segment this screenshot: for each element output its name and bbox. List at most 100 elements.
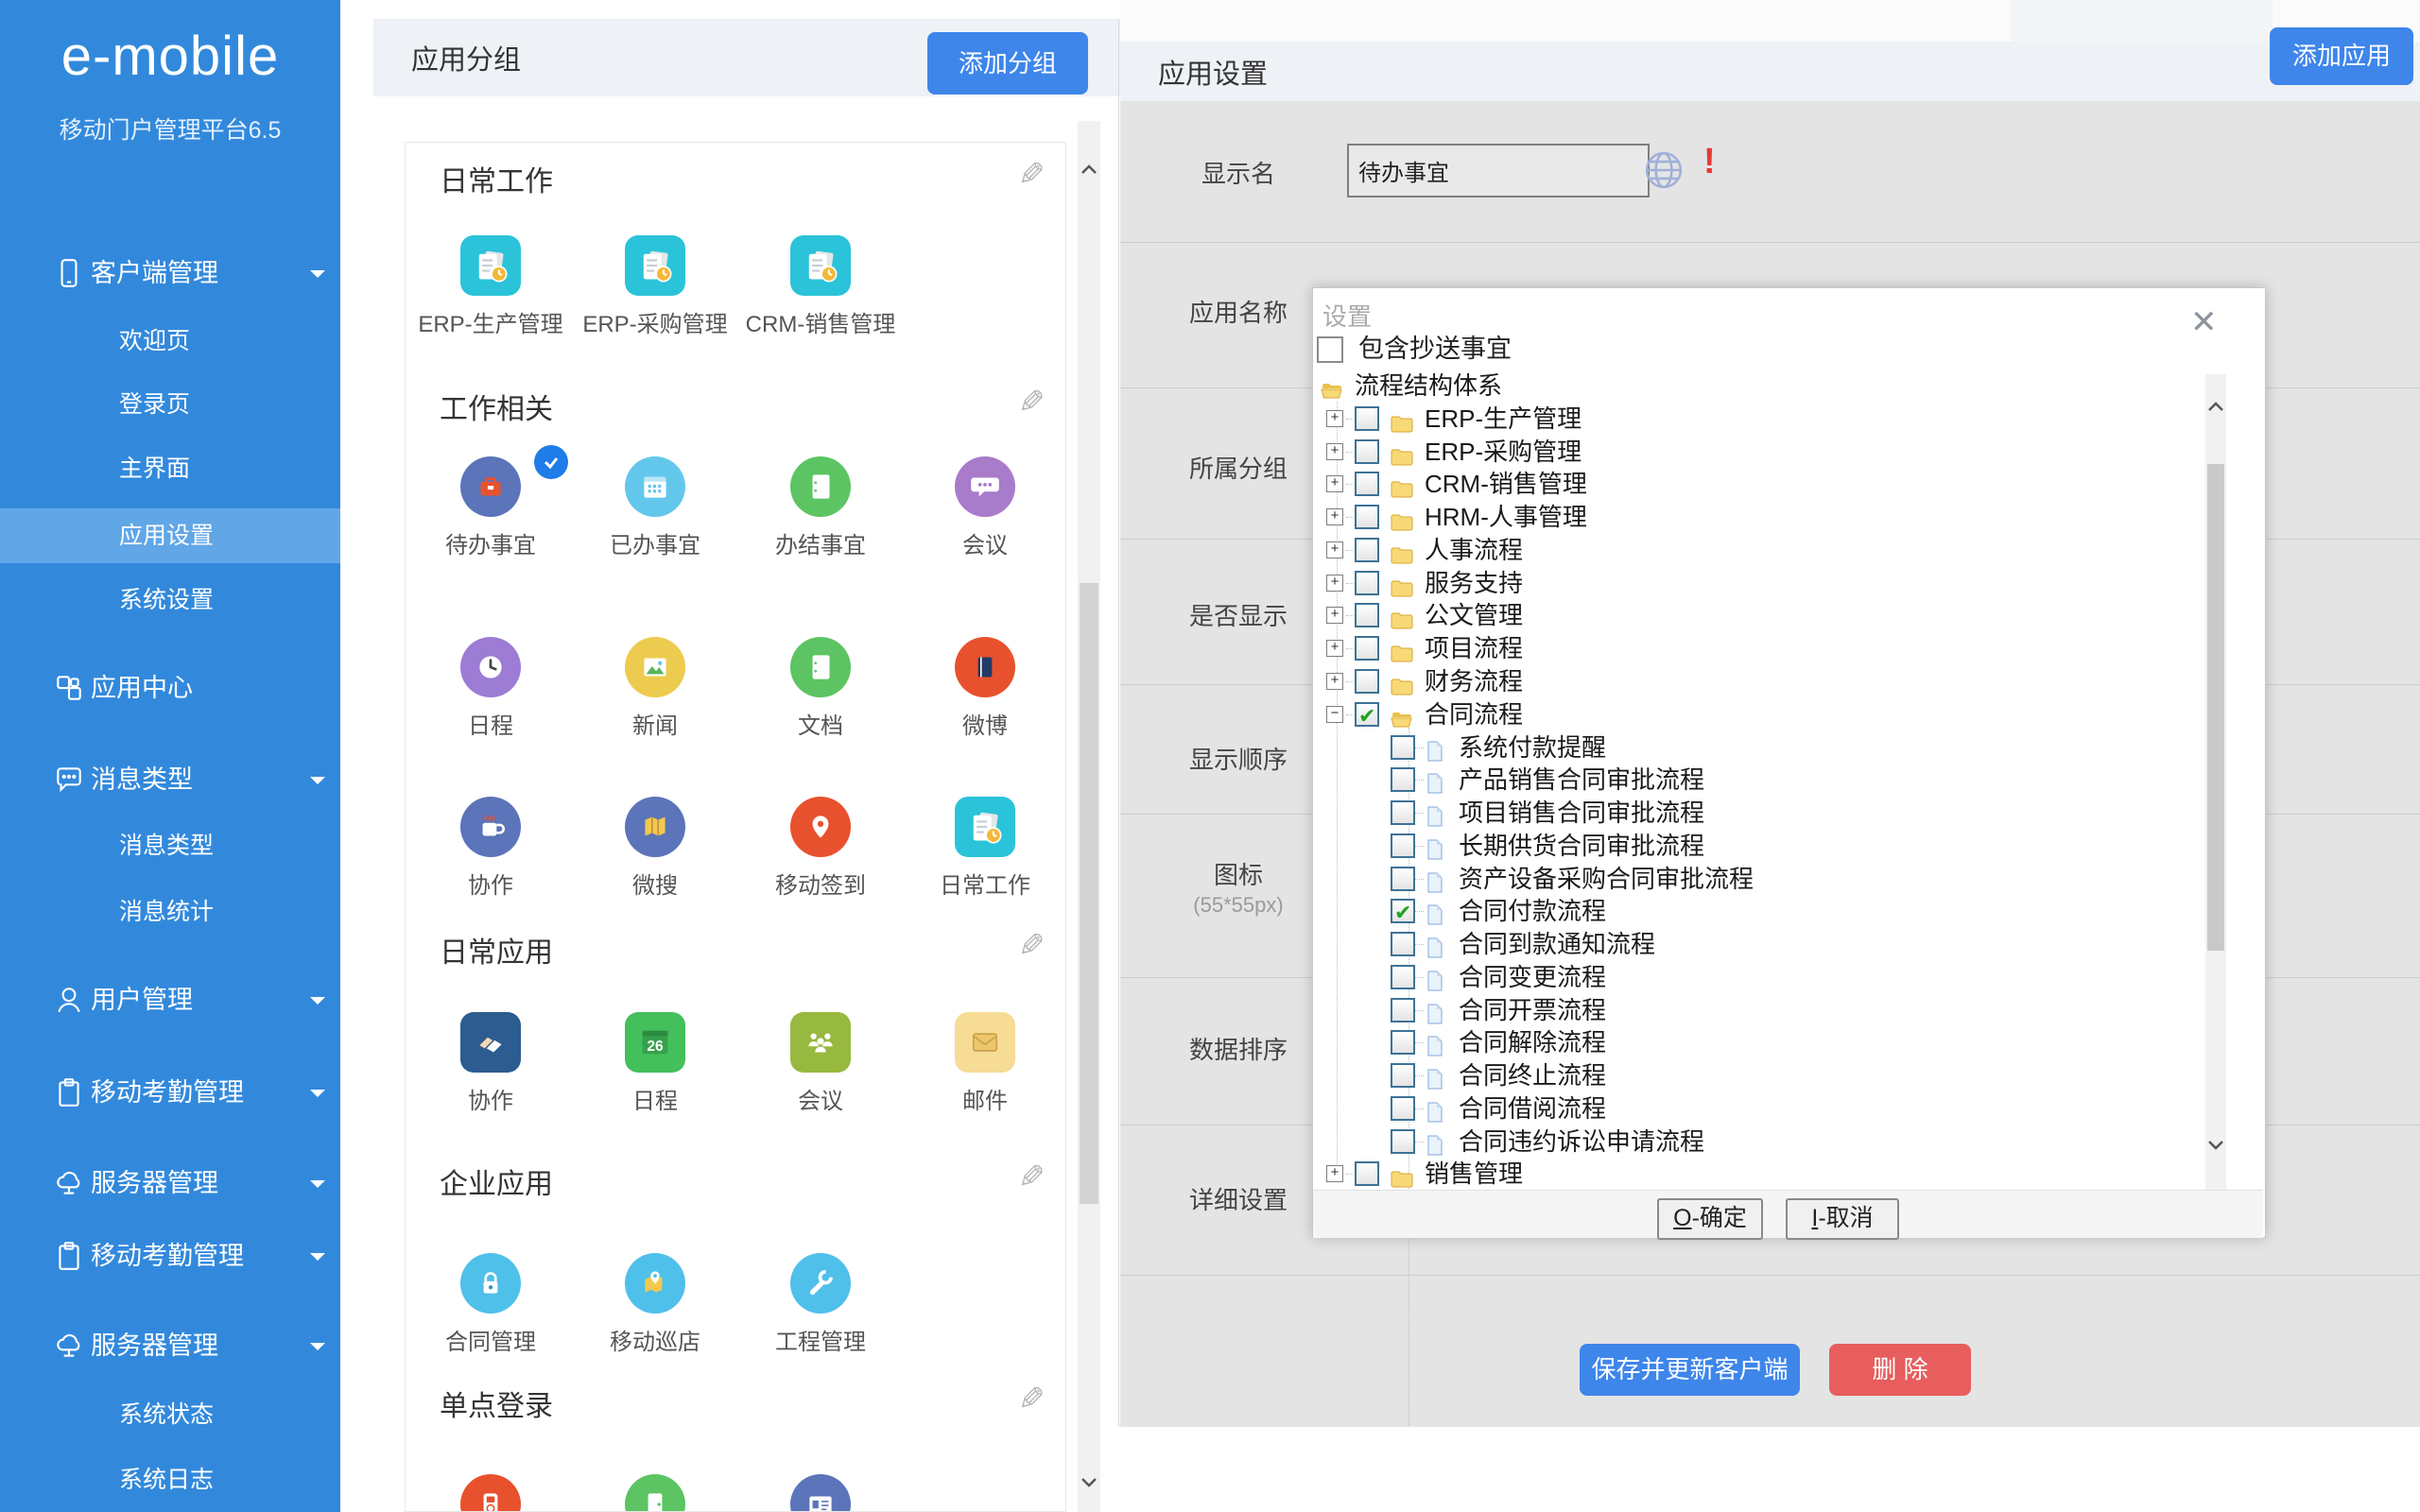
tree-checkbox[interactable]	[1391, 932, 1415, 956]
tree-checkbox[interactable]	[1391, 1129, 1415, 1154]
tree-node[interactable]: 销售管理	[1313, 1158, 2202, 1190]
sidebar-item-message-types[interactable]: 消息类型	[0, 752, 340, 807]
app-tile[interactable]: 微博	[905, 637, 1065, 740]
expand-icon[interactable]	[1326, 541, 1343, 558]
include-cc-checkbox[interactable]	[1317, 336, 1343, 363]
tree-checkbox[interactable]	[1355, 406, 1379, 431]
tree-checkbox[interactable]	[1391, 867, 1415, 891]
sidebar-item-attendance-mgmt[interactable]: 移动考勤管理	[0, 1065, 340, 1120]
expand-icon[interactable]	[1326, 640, 1343, 657]
sidebar-item-server-mgmt[interactable]: 服务器管理	[0, 1156, 340, 1211]
app-tile[interactable]	[575, 1474, 735, 1512]
app-tile[interactable]: 待办事宜	[410, 456, 571, 559]
add-group-button[interactable]: 添加分组	[927, 32, 1088, 94]
tree-node[interactable]: CRM-销售管理	[1313, 468, 2202, 500]
app-tile[interactable]: 工程管理	[740, 1253, 901, 1356]
tree-node[interactable]: 公文管理	[1313, 599, 2202, 631]
sidebar-item-main-ui[interactable]: 主界面	[0, 441, 340, 496]
app-tile[interactable]: 文档	[740, 637, 901, 740]
tree-scrollbar-thumb[interactable]	[2207, 464, 2224, 951]
tree-checkbox[interactable]	[1355, 439, 1379, 464]
app-tile[interactable]: ERP-采购管理	[575, 235, 735, 338]
tree-checkbox[interactable]	[1391, 965, 1415, 989]
app-tile[interactable]	[740, 1474, 901, 1512]
add-app-button[interactable]: 添加应用	[2270, 27, 2413, 85]
tree-checkbox[interactable]	[1355, 505, 1379, 529]
tree-node[interactable]: 合同到款通知流程	[1313, 928, 2202, 960]
tree-node[interactable]: 合同变更流程	[1313, 961, 2202, 993]
edit-pencil-icon[interactable]: ✎	[1018, 1381, 1046, 1418]
tree-node[interactable]: 产品销售合同审批流程	[1313, 764, 2202, 796]
ok-button[interactable]: O-确定	[1657, 1198, 1763, 1240]
scroll-up-icon[interactable]	[1080, 163, 1098, 176]
sidebar-item-client-mgmt[interactable]: 客户端管理	[0, 246, 340, 301]
cancel-button[interactable]: I-取消	[1786, 1198, 1899, 1240]
expand-icon[interactable]	[1326, 508, 1343, 525]
tree-checkbox[interactable]	[1391, 1096, 1415, 1121]
tree-node[interactable]: 合同终止流程	[1313, 1059, 2202, 1091]
display-name-input[interactable]	[1347, 144, 1650, 198]
expand-icon[interactable]	[1326, 1165, 1343, 1182]
app-tile[interactable]: 协作	[410, 797, 571, 900]
sidebar-item-app-center[interactable]: 应用中心	[0, 661, 340, 715]
tree-node[interactable]: 服务支持	[1313, 567, 2202, 599]
edit-pencil-icon[interactable]: ✎	[1018, 1159, 1046, 1196]
app-tile[interactable]: 移动签到	[740, 797, 901, 900]
app-tile[interactable]: 办结事宜	[740, 456, 901, 559]
edit-pencil-icon[interactable]: ✎	[1018, 384, 1046, 421]
tree-checkbox[interactable]	[1391, 998, 1415, 1022]
app-tile[interactable]: 新闻	[575, 637, 735, 740]
tree-node[interactable]: ERP-采购管理	[1313, 436, 2202, 468]
tree-node[interactable]: 资产设备采购合同审批流程	[1313, 863, 2202, 895]
expand-icon[interactable]	[1326, 443, 1343, 460]
app-tile[interactable]: ERP-生产管理	[410, 235, 571, 338]
tree-node[interactable]: 合同开票流程	[1313, 994, 2202, 1026]
sidebar-item-system-log[interactable]: 系统日志	[0, 1452, 340, 1507]
sidebar-item-user-mgmt[interactable]: 用户管理	[0, 972, 340, 1027]
close-icon[interactable]: ✕	[2190, 303, 2218, 341]
globe-icon[interactable]	[1642, 148, 1685, 192]
tree-checkbox[interactable]	[1391, 1030, 1415, 1055]
expand-icon[interactable]	[1326, 673, 1343, 690]
app-tile[interactable]: 日常工作	[905, 797, 1065, 900]
tree-node[interactable]: 人事流程	[1313, 534, 2202, 566]
tree-checkbox-checked[interactable]	[1391, 899, 1415, 923]
tree-checkbox[interactable]	[1355, 1161, 1379, 1186]
app-tile[interactable]: 合同管理	[410, 1253, 571, 1356]
tree-node[interactable]: HRM-人事管理	[1313, 501, 2202, 533]
tree-node[interactable]: 合同借阅流程	[1313, 1092, 2202, 1125]
app-tile[interactable]	[410, 1474, 571, 1512]
tree-node[interactable]: 合同违约诉讼申请流程	[1313, 1125, 2202, 1158]
tree-node[interactable]: ERP-生产管理	[1313, 403, 2202, 435]
app-tile[interactable]: 邮件	[905, 1012, 1065, 1115]
tree-node[interactable]: 流程结构体系	[1313, 369, 2202, 402]
expand-icon[interactable]	[1326, 410, 1343, 427]
tree-checkbox[interactable]	[1391, 833, 1415, 858]
tree-node[interactable]: 系统付款提醒	[1313, 731, 2202, 764]
tree-checkbox[interactable]	[1355, 603, 1379, 627]
app-tile[interactable]: 微搜	[575, 797, 735, 900]
scroll-down-icon[interactable]	[1080, 1476, 1098, 1489]
edit-pencil-icon[interactable]: ✎	[1018, 927, 1046, 965]
scroll-up-icon[interactable]	[2207, 400, 2224, 413]
expand-icon[interactable]	[1326, 575, 1343, 592]
app-tile[interactable]: CRM-销售管理	[740, 235, 901, 338]
app-tile[interactable]: 协作	[410, 1012, 571, 1115]
app-tile[interactable]: 已办事宜	[575, 456, 735, 559]
app-tile[interactable]: 26 日程	[575, 1012, 735, 1115]
expand-icon[interactable]	[1326, 475, 1343, 492]
delete-button[interactable]: 删 除	[1829, 1344, 1971, 1396]
sidebar-item-system-status[interactable]: 系统状态	[0, 1387, 340, 1442]
scroll-down-icon[interactable]	[2207, 1139, 2224, 1152]
tree-checkbox[interactable]	[1355, 472, 1379, 496]
app-tile[interactable]: 会议	[740, 1012, 901, 1115]
scrollbar-thumb[interactable]	[1080, 583, 1098, 1204]
expand-icon[interactable]	[1326, 607, 1343, 624]
sidebar-item-welcome-page[interactable]: 欢迎页	[0, 314, 340, 369]
tree-node[interactable]: 合同付款流程	[1313, 895, 2202, 927]
collapse-icon[interactable]	[1326, 706, 1343, 723]
save-update-client-button[interactable]: 保存并更新客户端	[1580, 1344, 1800, 1396]
sidebar-item-server-mgmt-2[interactable]: 服务器管理	[0, 1318, 340, 1373]
app-tile[interactable]: 会议	[905, 456, 1065, 559]
tree-checkbox[interactable]	[1355, 636, 1379, 661]
